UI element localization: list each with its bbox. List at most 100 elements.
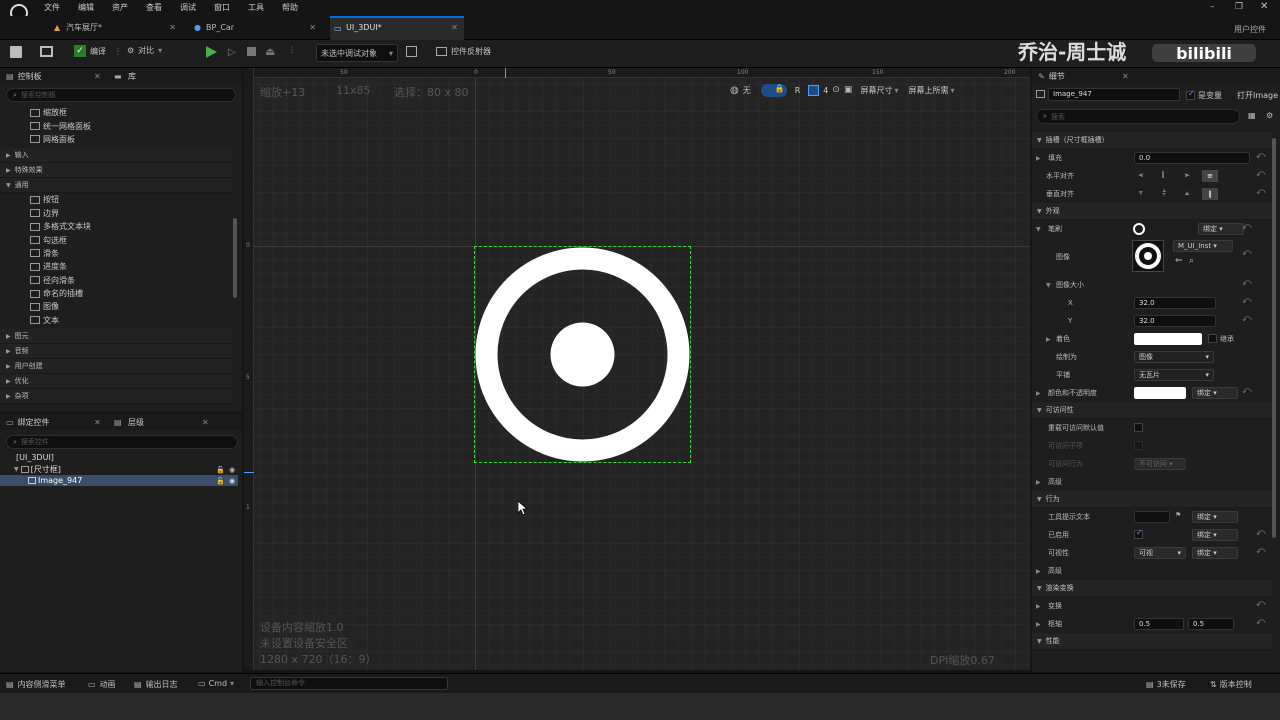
- size-x-input[interactable]: 32.0: [1134, 297, 1216, 309]
- designer-viewport[interactable]: 50 0 50 100 150 200 0 5 1 缩放+13 11x85 选择…: [244, 68, 1030, 670]
- palette-category[interactable]: ▶ 杂项: [0, 389, 232, 405]
- reset-icon[interactable]: ⤺: [1256, 187, 1266, 197]
- palette-category[interactable]: ▶ 优化: [0, 374, 232, 390]
- section-performance[interactable]: ▼ 性能: [1032, 633, 1272, 650]
- palette-category-effects[interactable]: ▶ 特殊效果: [0, 163, 232, 179]
- console-input[interactable]: 输入控制台命令: [250, 677, 448, 690]
- align-left-icon[interactable]: ⫷: [1139, 171, 1143, 180]
- ring-dot-image[interactable]: [475, 247, 690, 462]
- caret-right-icon[interactable]: ▶: [1036, 568, 1041, 575]
- reset-icon[interactable]: ⤺: [1256, 169, 1266, 179]
- widget-reflector-button[interactable]: 控件反射器: [436, 46, 491, 57]
- close-icon[interactable]: ✕: [202, 418, 209, 427]
- reset-icon[interactable]: ⤺: [1256, 617, 1266, 627]
- palette-category[interactable]: ▶ 图元: [0, 329, 232, 345]
- restore-button[interactable]: ❐: [1235, 2, 1243, 12]
- close-icon[interactable]: ✕: [94, 418, 101, 427]
- close-icon[interactable]: ✕: [94, 72, 101, 81]
- stop-icon[interactable]: [247, 47, 256, 56]
- close-window-button[interactable]: ✕: [1260, 1, 1268, 12]
- cmd-dropdown[interactable]: ▭ Cmd ▾: [198, 679, 234, 688]
- output-log-button[interactable]: ▤ 输出日志: [134, 679, 178, 690]
- details-tab[interactable]: 细节: [1049, 71, 1065, 82]
- details-scrollbar[interactable]: [1272, 138, 1276, 538]
- palette-category-input[interactable]: ▶ 输入: [0, 148, 232, 164]
- palette-item-common[interactable]: 滑条: [0, 247, 232, 260]
- palette-item-common[interactable]: 命名的插槽: [0, 287, 232, 300]
- settings-icon[interactable]: ⚙: [1266, 111, 1273, 120]
- caret-down-icon[interactable]: ▼: [1036, 226, 1041, 233]
- toggle-pill[interactable]: 🔒: [760, 83, 787, 97]
- eye-icon[interactable]: ◉: [229, 477, 235, 485]
- inherit-checkbox[interactable]: [1208, 334, 1217, 343]
- screen-size-dropdown[interactable]: 屏幕尺寸 ▾: [860, 85, 898, 96]
- globe-icon[interactable]: ◍: [730, 85, 739, 96]
- draw-as-dropdown[interactable]: 图像 ▾: [1134, 351, 1214, 363]
- palette-item-scalebox[interactable]: 缩放框: [0, 106, 232, 119]
- section-behavior[interactable]: ▼ 行为: [1032, 491, 1272, 508]
- visibility-dropdown[interactable]: 可视 ▾: [1134, 547, 1186, 559]
- unsaved-button[interactable]: ▤ 3未保存: [1146, 679, 1186, 690]
- bind-widgets-tab[interactable]: 绑定控件: [18, 417, 50, 428]
- palette-item-common[interactable]: 多格式文本块: [0, 220, 232, 233]
- eject-icon[interactable]: ⏏: [265, 45, 275, 58]
- save-icon[interactable]: [10, 46, 22, 58]
- reset-icon[interactable]: ⤺: [1242, 278, 1252, 288]
- reset-icon[interactable]: ⤺: [1242, 296, 1252, 306]
- palette-category[interactable]: ▶ 音频: [0, 344, 232, 360]
- open-image-link[interactable]: 打开Image: [1237, 90, 1278, 101]
- reset-icon[interactable]: ⤺: [1256, 599, 1266, 609]
- fill-screen-dropdown[interactable]: 屏幕上所需 ▾: [908, 85, 954, 96]
- lock-icon[interactable]: 🔓: [216, 477, 225, 485]
- menu-item[interactable]: 帮助: [282, 2, 300, 13]
- caret-down-icon[interactable]: ▼: [1046, 282, 1051, 289]
- more-icon[interactable]: ⋮: [114, 47, 122, 56]
- caret-right-icon[interactable]: ▶: [1036, 603, 1041, 610]
- palette-search-input[interactable]: ⌕ 搜索控制板: [6, 88, 236, 102]
- is-variable-checkbox[interactable]: [1186, 89, 1195, 100]
- reset-icon[interactable]: ⤺: [1256, 151, 1266, 161]
- respect-locks-label[interactable]: R: [795, 86, 801, 95]
- align-fill-icon[interactable]: ≡: [1202, 170, 1218, 182]
- diff-button[interactable]: ⚙ 对比 ▾: [127, 45, 162, 56]
- step-icon[interactable]: ▷: [228, 47, 236, 58]
- palette-category[interactable]: ▶ 用户创建: [0, 359, 232, 375]
- tab-showroom[interactable]: ▲ 汽车展厅* ✕: [50, 18, 182, 38]
- lock-icon[interactable]: 🔓: [216, 466, 225, 474]
- image-thumbnail[interactable]: [1132, 240, 1164, 272]
- reset-icon[interactable]: ⤺: [1242, 314, 1252, 324]
- resolution-icon[interactable]: ▣: [844, 85, 853, 95]
- caret-right-icon[interactable]: ▶: [1036, 479, 1041, 486]
- use-selected-icon[interactable]: ⇐: [1175, 256, 1183, 266]
- align-top-icon[interactable]: ⫧: [1139, 189, 1143, 198]
- content-drawer-button[interactable]: ▤ 内容侧滑菜单: [6, 679, 66, 690]
- caret-right-icon[interactable]: ▶: [1036, 621, 1041, 628]
- section-render-transform[interactable]: ▼ 渲染变换: [1032, 580, 1272, 597]
- reset-icon[interactable]: ⤺: [1256, 528, 1266, 538]
- palette-item-common[interactable]: 文本: [0, 314, 232, 327]
- palette-item-uniform-grid[interactable]: 统一网格面板: [0, 119, 232, 132]
- align-center-icon[interactable]: ⫿: [1162, 171, 1164, 180]
- bind-dropdown[interactable]: 绑定 ▾: [1192, 547, 1238, 559]
- color-opacity-swatch[interactable]: [1134, 387, 1186, 399]
- bind-dropdown[interactable]: 绑定 ▾: [1192, 511, 1238, 523]
- reset-icon[interactable]: ⤺: [1242, 386, 1252, 396]
- source-control-button[interactable]: ⇅ 版本控制: [1210, 679, 1252, 690]
- tooltip-input[interactable]: [1134, 511, 1170, 523]
- close-icon[interactable]: ✕: [451, 18, 458, 38]
- padding-input[interactable]: 0.0: [1134, 152, 1250, 164]
- menu-item[interactable]: 工具: [248, 2, 266, 13]
- debug-object-select[interactable]: 未选中调试对象 ▾: [316, 44, 398, 62]
- tree-image-selected[interactable]: Image_947 🔓 ◉: [0, 475, 238, 486]
- reset-icon[interactable]: ⤺: [1242, 222, 1252, 232]
- grid-icon[interactable]: [808, 84, 820, 96]
- menu-item[interactable]: 查看: [146, 2, 164, 13]
- caret-right-icon[interactable]: ▶: [1046, 336, 1051, 343]
- hierarchy-search-input[interactable]: ⌕ 搜索控件: [6, 435, 238, 449]
- tint-color-swatch[interactable]: [1134, 333, 1202, 345]
- bind-dropdown[interactable]: 绑定 ▾: [1192, 387, 1238, 399]
- menu-item[interactable]: 窗口: [214, 2, 232, 13]
- menu-item[interactable]: 编辑: [78, 2, 96, 13]
- palette-item-common[interactable]: 进度条: [0, 260, 232, 273]
- caret-right-icon[interactable]: ▶: [1036, 390, 1041, 397]
